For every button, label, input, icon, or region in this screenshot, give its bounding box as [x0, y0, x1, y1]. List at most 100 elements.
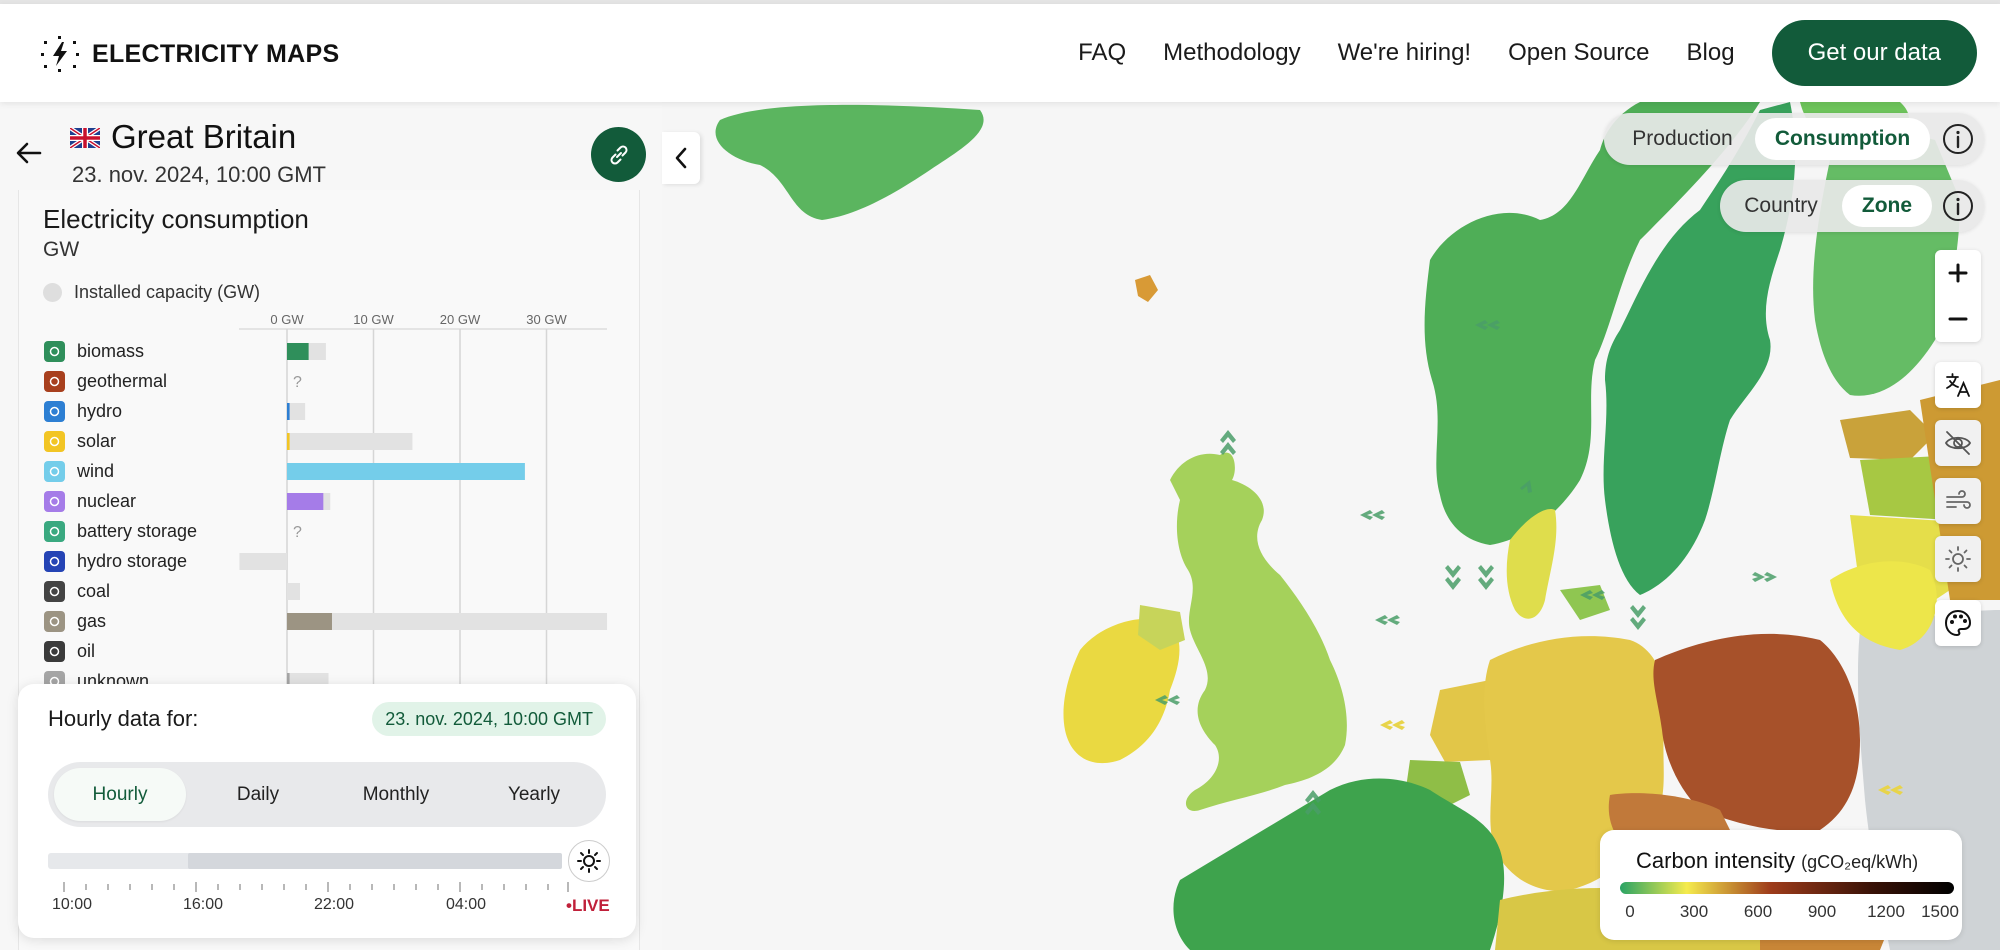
carbon-intensity-legend: Carbon intensity (gCO₂eq/kWh) 0 300 600 …: [1600, 830, 1962, 940]
capacity-bar-coal: [287, 583, 300, 600]
hydro-storage-icon: [44, 551, 65, 572]
source-label-wind: wind: [76, 461, 114, 481]
capacity-bar-solar: [287, 433, 413, 450]
nav-hiring[interactable]: We're hiring!: [1338, 39, 1472, 67]
gas-icon: [44, 611, 65, 632]
legend-unit: (gCO₂eq/kWh): [1801, 852, 1919, 872]
axis-tick-label: 0 GW: [270, 312, 304, 327]
source-label-gas: gas: [77, 611, 106, 631]
brand-logo[interactable]: ELECTRICITY MAPS: [40, 34, 339, 74]
time-label-1600: 16:00: [183, 896, 224, 913]
toggle-country[interactable]: Country: [1726, 185, 1836, 227]
source-label-coal: coal: [77, 581, 110, 601]
sun-icon: [577, 849, 601, 873]
consumption-title: Electricity consumption: [43, 204, 309, 234]
time-label-1000: 10:00: [52, 896, 93, 913]
solar-icon: [44, 431, 65, 452]
wind-icon: [44, 461, 65, 482]
tab-daily[interactable]: Daily: [192, 768, 324, 821]
unknown-value-marker: ?: [293, 374, 302, 391]
solar-layer-button[interactable]: [1935, 536, 1981, 582]
oil-icon: [44, 641, 65, 662]
capacity-bar-hydro-storage: [239, 553, 287, 570]
chevron-left-icon: [675, 147, 687, 169]
legend-tick: 0: [1625, 902, 1635, 921]
time-ticks: [63, 882, 569, 892]
share-link-button[interactable]: [591, 127, 646, 182]
consumption-unit: GW: [43, 238, 80, 261]
biomass-icon: [44, 341, 65, 362]
legend-tick: 1500: [1921, 902, 1959, 921]
info-icon: [1943, 191, 1973, 221]
nuclear-icon: [44, 491, 65, 512]
legend-ticks: 0 300 600 900 1200 1500: [1620, 902, 1959, 924]
source-label-battery-storage: battery storage: [77, 521, 197, 541]
source-label-nuclear: nuclear: [77, 491, 136, 511]
unknown-value-marker: ?: [293, 524, 302, 541]
time-slider-range: [188, 853, 562, 869]
value-bar-gas: [287, 613, 332, 630]
hide-colors-button[interactable]: [1935, 420, 1981, 466]
zoom-out-icon[interactable]: [1947, 308, 1969, 330]
legend-tick: 900: [1807, 902, 1837, 921]
mode-info-button[interactable]: [1938, 119, 1978, 159]
nav-faq[interactable]: FAQ: [1078, 39, 1126, 67]
nav-blog[interactable]: Blog: [1687, 39, 1735, 67]
tab-hourly[interactable]: Hourly: [54, 768, 186, 821]
legend-title: Carbon intensity: [1636, 848, 1795, 873]
axis-tick-label: 20 GW: [440, 312, 481, 327]
source-label-oil: oil: [77, 641, 95, 661]
country-zone-toggle: Country Zone: [1720, 180, 1984, 232]
coal-icon: [44, 581, 65, 602]
scope-info-button[interactable]: [1938, 186, 1978, 226]
nav-open-source[interactable]: Open Source: [1508, 39, 1649, 67]
collapse-panel-button[interactable]: [662, 132, 700, 184]
language-button[interactable]: [1935, 362, 1981, 408]
zoom-controls: [1935, 250, 1981, 342]
value-bar-nuclear: [287, 493, 324, 510]
back-arrow-icon[interactable]: [14, 138, 44, 168]
palette-icon: [1944, 609, 1972, 637]
tab-yearly[interactable]: Yearly: [468, 768, 600, 821]
capacity-bar-gas: [287, 613, 608, 630]
tab-monthly[interactable]: Monthly: [330, 768, 462, 821]
zoom-in-icon[interactable]: [1947, 262, 1969, 284]
source-label-geothermal: geothermal: [77, 371, 167, 391]
toggle-consumption[interactable]: Consumption: [1755, 118, 1930, 160]
geothermal-icon: [44, 371, 65, 392]
hourly-card: Hourly data for: 23. nov. 2024, 10:00 GM…: [18, 684, 636, 938]
battery-storage-icon: [44, 521, 65, 542]
legend-tick: 1200: [1867, 902, 1905, 921]
source-label-hydro-storage: hydro storage: [77, 551, 187, 571]
axis-tick-label: 30 GW: [526, 312, 567, 327]
source-label-biomass: biomass: [77, 341, 144, 361]
zone-title: Great Britain: [111, 118, 297, 155]
hourly-date-badge: 23. nov. 2024, 10:00 GMT: [372, 702, 606, 736]
value-bar-wind: [287, 463, 525, 480]
wind-layer-button[interactable]: [1935, 478, 1981, 524]
time-slider-handle[interactable]: [568, 840, 610, 882]
hydro-icon: [44, 401, 65, 422]
uk-flag-icon: [70, 128, 100, 148]
toggle-production[interactable]: Production: [1610, 118, 1755, 160]
source-label-hydro: hydro: [77, 401, 122, 421]
wind-icon: [1946, 490, 1971, 509]
brand-name: ELECTRICITY MAPS: [92, 39, 340, 68]
get-data-button[interactable]: Get our data: [1771, 20, 1977, 86]
value-bar-hydro: [287, 403, 290, 420]
value-bar-biomass: [287, 343, 309, 360]
live-indicator[interactable]: •LIVE: [566, 896, 610, 916]
link-icon: [609, 144, 628, 165]
color-theme-button[interactable]: [1935, 600, 1981, 646]
info-icon: [1943, 124, 1973, 154]
time-label-0400: 04:00: [446, 896, 487, 913]
top-header: ELECTRICITY MAPS FAQ Methodology We're h…: [0, 4, 2000, 102]
time-label-2200: 22:00: [314, 896, 355, 913]
sun-icon: [1945, 546, 1971, 572]
toggle-zone[interactable]: Zone: [1842, 185, 1932, 227]
hourly-title: Hourly data for:: [48, 706, 199, 731]
value-bar-solar: [287, 433, 290, 450]
capacity-bar-hydro: [287, 403, 306, 420]
nav-methodology[interactable]: Methodology: [1163, 39, 1300, 67]
production-consumption-toggle: Production Consumption: [1604, 113, 1984, 165]
